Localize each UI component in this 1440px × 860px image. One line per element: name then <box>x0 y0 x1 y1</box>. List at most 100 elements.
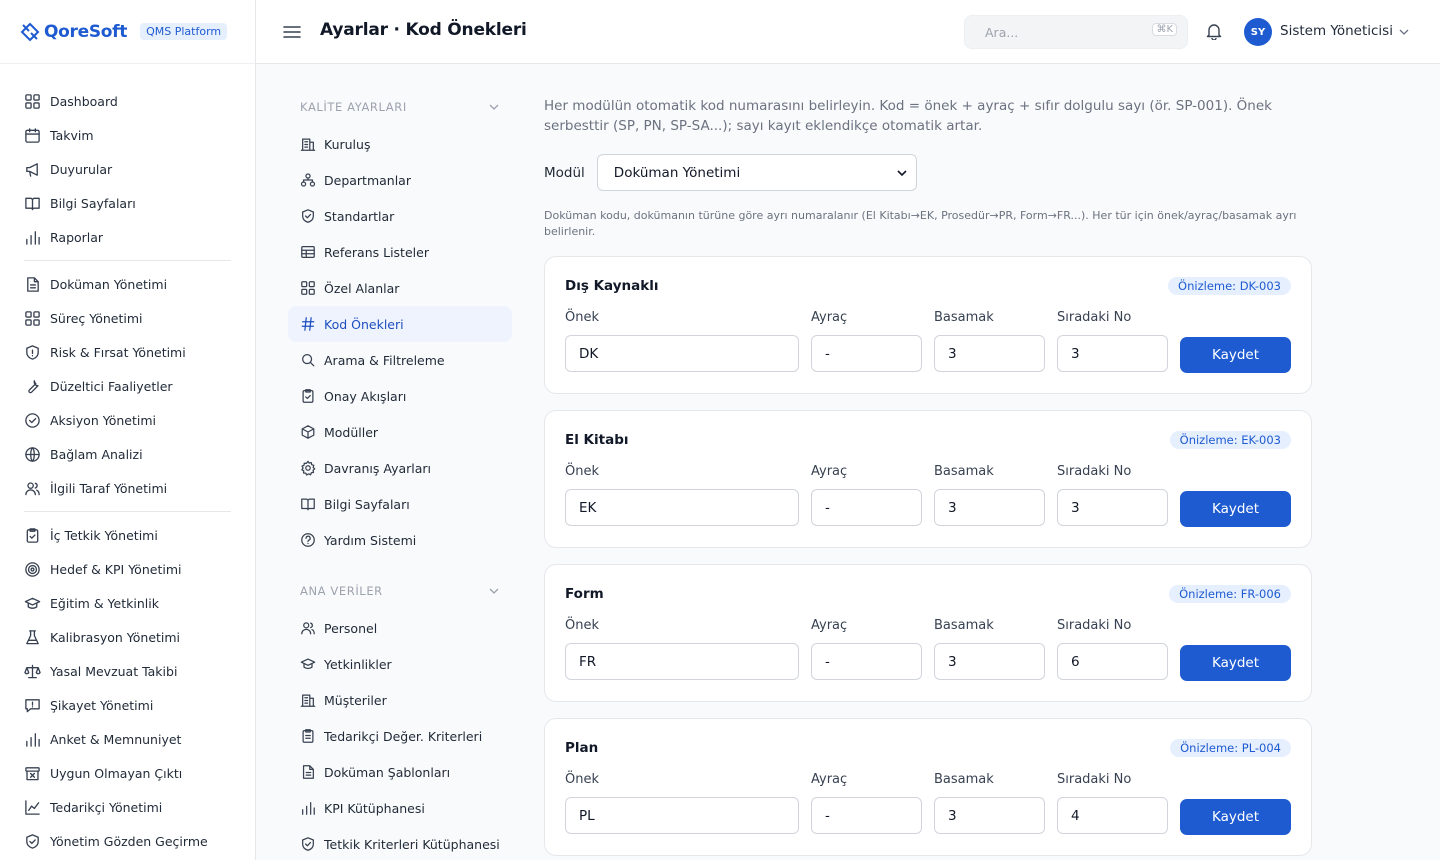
sidebar-item-surec-yonetimi[interactable]: Süreç Yönetimi <box>24 301 231 335</box>
settings-item-tetkik-kriterleri-kutuphanesi[interactable]: Tetkik Kriterleri Kütüphanesi <box>288 826 512 860</box>
save-button[interactable]: Kaydet <box>1180 491 1291 527</box>
digits-input[interactable]: 3 <box>934 335 1045 372</box>
prefix-input[interactable]: PL <box>565 797 799 834</box>
prefix-input[interactable]: DK <box>565 335 799 372</box>
digits-input[interactable]: 3 <box>934 643 1045 680</box>
settings-item-arama-filtreleme[interactable]: Arama & Filtreleme <box>288 342 512 378</box>
save-button[interactable]: Kaydet <box>1180 645 1291 681</box>
sidebar-item-label: Bilgi Sayfaları <box>50 195 136 211</box>
intro-text: Her modülün otomatik kod numarasını beli… <box>544 98 1272 134</box>
settings-item-kurulus[interactable]: Kuruluş <box>288 126 512 162</box>
settings-item-yardim-sistemi[interactable]: Yardım Sistemi <box>288 522 512 558</box>
next-number-input[interactable]: 3 <box>1057 335 1168 372</box>
sidebar-item-dashboard[interactable]: Dashboard <box>24 84 231 118</box>
table-icon <box>301 246 315 258</box>
settings-item-label: Müşteriler <box>324 692 387 708</box>
preview-badge: Önizleme: FR-006 <box>1169 585 1291 603</box>
sidebar-item-yonetim-gozden-gecirme[interactable]: Yönetim Gözden Geçirme <box>24 824 231 858</box>
sidebar-item-anket-memnuniyet[interactable]: Anket & Memnuniyet <box>24 722 231 756</box>
prefix-card-list: Dış Kaynaklı Önizleme: DK-003 Önek DK Ayraç -… <box>544 256 1312 856</box>
message-alert-icon <box>25 698 40 712</box>
sidebar-item-label: Yasal Mevzuat Takibi <box>50 663 178 679</box>
settings-item-moduller[interactable]: Modüller <box>288 414 512 450</box>
next-number-input[interactable]: 6 <box>1057 643 1168 680</box>
org-chart-icon <box>300 173 316 187</box>
separator-input[interactable]: - <box>811 643 922 680</box>
sidebar-item-i-c-tetkik-yonetimi[interactable]: İç Tetkik Yönetimi <box>24 518 231 552</box>
settings-item-label: KPI Kütüphanesi <box>324 800 425 816</box>
settings-item-davranis-ayarlari[interactable]: Davranış Ayarları <box>288 450 512 486</box>
save-button[interactable]: Kaydet <box>1180 799 1291 835</box>
settings-item-personel[interactable]: Personel <box>288 610 512 646</box>
flask-icon <box>26 629 39 644</box>
sidebar-item-label: Dashboard <box>50 93 118 109</box>
sidebar-item-kalibrasyon-yonetimi[interactable]: Kalibrasyon Yönetimi <box>24 620 231 654</box>
clipboard-check-icon <box>302 389 314 403</box>
prefix-label: Önek <box>565 310 599 325</box>
settings-item-label: Arama & Filtreleme <box>324 352 445 368</box>
sidebar-item-duyurular[interactable]: Duyurular <box>24 152 231 186</box>
settings-item-departmanlar[interactable]: Departmanlar <box>288 162 512 198</box>
sidebar-item-risk-firsat-yonetimi[interactable]: Risk & Fırsat Yönetimi <box>24 335 231 369</box>
section-header-kali-te-ayarlari[interactable]: KALİTE AYARLARI <box>288 88 512 126</box>
next-number-label: Sıradaki No <box>1057 464 1132 479</box>
settings-item-kod-onekleri[interactable]: Kod Önekleri <box>288 306 512 342</box>
settings-item-dokuman-sablonlari[interactable]: Doküman Şablonları <box>288 754 512 790</box>
settings-item-tedarikci-deger-kriterleri[interactable]: Tedarikçi Değer. Kriterleri <box>288 718 512 754</box>
settings-item-bilgi-sayfalari[interactable]: Bilgi Sayfaları <box>288 486 512 522</box>
sidebar-item-yasal-mevzuat-takibi[interactable]: Yasal Mevzuat Takibi <box>24 654 231 688</box>
chevron-down-icon <box>489 104 499 110</box>
scale-icon <box>24 664 41 678</box>
digits-input[interactable]: 3 <box>934 489 1045 526</box>
sidebar-item-i-lgili-taraf-yonetimi[interactable]: İlgili Taraf Yönetimi <box>24 471 231 505</box>
settings-item-onay-akislari[interactable]: Onay Akışları <box>288 378 512 414</box>
prefix-input[interactable]: EK <box>565 489 799 526</box>
settings-item-musteriler[interactable]: Müşteriler <box>288 682 512 718</box>
sidebar-nav: Dashboard Takvim Duyurular Bilgi Sayfaları R… <box>0 64 255 858</box>
sidebar-item-label: Takvim <box>50 127 94 143</box>
sidebar-item-hedef-kpi-yonetimi[interactable]: Hedef & KPI Yönetimi <box>24 552 231 586</box>
sidebar-item-egitim-yetkinlik[interactable]: Eğitim & Yetkinlik <box>24 586 231 620</box>
settings-item-yetkinlikler[interactable]: Yetkinlikler <box>288 646 512 682</box>
sidebar-item-dokuman-yonetimi[interactable]: Doküman Yönetimi <box>24 267 231 301</box>
logo-icon <box>20 22 40 41</box>
prefix-card-plan: Plan Önizleme: PL-004 Önek PL Ayraç - Basamak 3… <box>544 718 1312 856</box>
separator-label: Ayraç <box>811 464 848 479</box>
save-button[interactable]: Kaydet <box>1180 337 1291 373</box>
separator-input[interactable]: - <box>811 797 922 834</box>
menu-icon[interactable] <box>283 23 301 41</box>
prefix-input[interactable]: FR <box>565 643 799 680</box>
next-number-input[interactable]: 4 <box>1057 797 1168 834</box>
module-select[interactable]: Doküman Yönetimi <box>596 154 917 191</box>
sidebar-item-raporlar[interactable]: Raporlar <box>24 220 231 254</box>
settings-item-ozel-alanlar[interactable]: Özel Alanlar <box>288 270 512 306</box>
next-number-input[interactable]: 3 <box>1057 489 1168 526</box>
digits-label: Basamak <box>934 618 994 633</box>
settings-item-standartlar[interactable]: Standartlar <box>288 198 512 234</box>
user-name[interactable]: Sistem Yöneticisi <box>1280 23 1393 39</box>
search-icon <box>302 354 315 367</box>
separator-label: Ayraç <box>811 618 848 633</box>
sidebar-item-sikayet-yonetimi[interactable]: Şikayet Yönetimi <box>24 688 231 722</box>
sidebar-item-takvim[interactable]: Takvim <box>24 118 231 152</box>
separator-input[interactable]: - <box>811 335 922 372</box>
settings-item-kpi-kutuphanesi[interactable]: KPI Kütüphanesi <box>288 790 512 826</box>
avatar[interactable]: SY <box>1244 18 1272 46</box>
settings-item-referans-listeler[interactable]: Referans Listeler <box>288 234 512 270</box>
sidebar-item-bilgi-sayfalari[interactable]: Bilgi Sayfaları <box>24 186 231 220</box>
sidebar-item-duzeltici-faaliyetler[interactable]: Düzeltici Faaliyetler <box>24 369 231 403</box>
sidebar-item-label: İç Tetkik Yönetimi <box>50 527 158 543</box>
sidebar-item-uygun-olmayan-cikti[interactable]: Uygun Olmayan Çıktı <box>24 756 231 790</box>
sidebar-item-aksiyon-yonetimi[interactable]: Aksiyon Yönetimi <box>24 403 231 437</box>
bell-icon[interactable] <box>1205 22 1223 40</box>
digits-input[interactable]: 3 <box>934 797 1045 834</box>
separator-input[interactable]: - <box>811 489 922 526</box>
search-input[interactable]: Ara... ⌘K <box>964 15 1188 49</box>
next-number-label: Sıradaki No <box>1057 772 1132 787</box>
sidebar-item-baglam-analizi[interactable]: Bağlam Analizi <box>24 437 231 471</box>
section-header-ana-veri-ler[interactable]: ANA VERİLER <box>288 572 512 610</box>
prefix-label: Önek <box>565 772 599 787</box>
sidebar-item-tedarikci-yonetimi[interactable]: Tedarikçi Yönetimi <box>24 790 231 824</box>
chevron-down-icon[interactable] <box>1398 26 1410 38</box>
